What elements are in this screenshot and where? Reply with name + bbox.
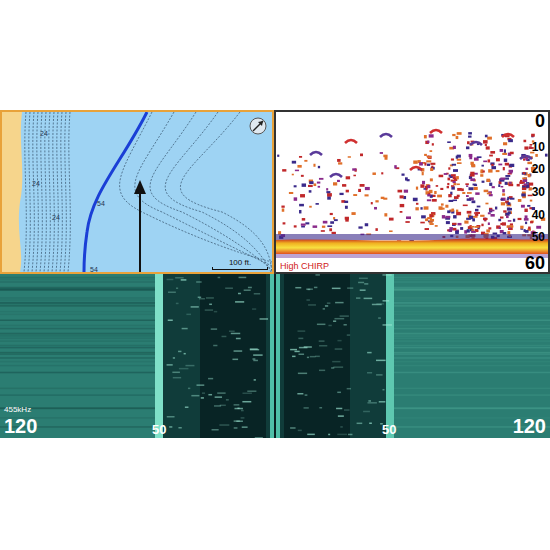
top-row: 24 24 24 54 54 100 ft. 0 10 20 30 40 50 60 High CHIRP (0, 110, 550, 274)
range-mark-left: 50 (152, 423, 166, 436)
range-left: 120 (4, 416, 37, 436)
contour-label: 24 (32, 180, 40, 187)
contour-label: 24 (52, 214, 60, 221)
sonar-panel[interactable]: 0 10 20 30 40 50 60 High CHIRP (274, 110, 550, 274)
contour-label: 54 (97, 200, 105, 207)
depth-label: 0 (535, 112, 545, 130)
range-right: 120 (513, 416, 546, 436)
north-arrow-icon (248, 116, 268, 136)
depth-scale: 0 10 20 30 40 50 60 (525, 112, 545, 272)
contour-label: 54 (90, 266, 98, 273)
scale-bar: 100 ft. (212, 259, 268, 270)
depth-label: 60 (525, 254, 545, 272)
side-scan-image (0, 274, 550, 438)
sonar-mode: High CHIRP (279, 262, 330, 271)
sonar-returns (276, 112, 548, 272)
side-scan-panel[interactable]: 455kHz 120 50 50 120 (0, 274, 550, 438)
depth-label: 50 (532, 231, 545, 243)
depth-label: 30 (532, 186, 545, 198)
depth-label: 10 (532, 141, 545, 153)
range-mark-right: 50 (382, 423, 396, 436)
depth-label: 40 (532, 209, 545, 221)
map-panel[interactable]: 24 24 24 54 54 100 ft. (0, 110, 274, 274)
depth-label: 20 (532, 163, 545, 175)
contour-label: 24 (40, 130, 48, 137)
frequency-label: 455kHz (4, 406, 31, 414)
screen: 24 24 24 54 54 100 ft. 0 10 20 30 40 50 60 High CHIRP… (0, 0, 550, 550)
